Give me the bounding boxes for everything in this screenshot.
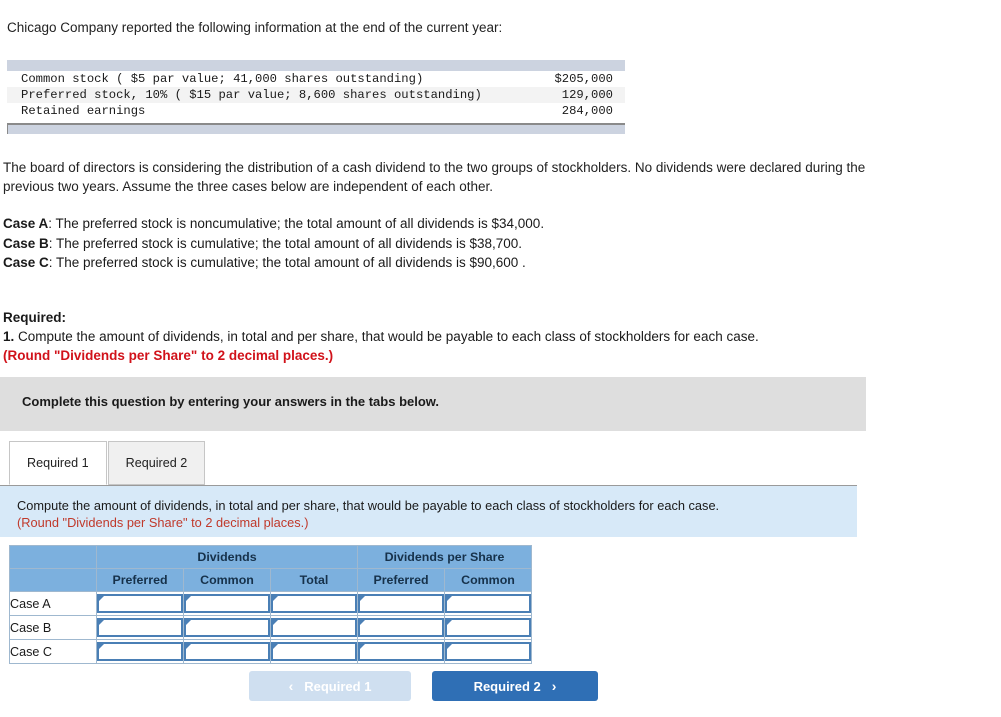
fact-row-label: Preferred stock, 10% ( $15 par value; 8,… [21, 88, 482, 102]
answer-input[interactable] [184, 642, 270, 661]
answer-table-sub-header-row: Preferred Common Total Preferred Common [9, 568, 532, 592]
question-info-panel: Compute the amount of dividends, in tota… [0, 485, 857, 537]
chevron-left-icon: ‹ [288, 678, 294, 694]
fact-row-value: 284,000 [561, 104, 613, 118]
answer-input[interactable] [358, 642, 444, 661]
group-header-dividends: Dividends [96, 545, 358, 569]
sub-header-dividends-common: Common [183, 568, 271, 592]
case-name: Case B [3, 235, 49, 251]
sub-header-pershare-preferred: Preferred [357, 568, 445, 592]
tab-strip: Required 1 Required 2 [9, 439, 206, 485]
group-header-blank [9, 545, 97, 569]
fact-row-value: 129,000 [561, 88, 613, 102]
sub-header-pershare-common: Common [444, 568, 532, 592]
navigation-buttons: ‹ Required 1 Required 2 › [249, 671, 598, 701]
fact-table-top-bar [7, 60, 625, 71]
input-cell-case-b-pershare-preferred[interactable] [357, 615, 445, 640]
answer-input[interactable] [358, 594, 444, 613]
fact-row-value: $205,000 [554, 72, 613, 86]
input-cell-case-c-pershare-common[interactable] [444, 639, 532, 664]
answer-input[interactable] [445, 618, 531, 637]
case-name: Case C [3, 255, 49, 270]
required-title: Required: [3, 310, 67, 325]
sub-header-dividends-preferred: Preferred [96, 568, 184, 592]
next-required-2-button[interactable]: Required 2 › [432, 671, 598, 701]
sub-header-blank [9, 568, 97, 592]
tab-required-1[interactable]: Required 1 [9, 441, 107, 485]
input-cell-case-b-dividends-common[interactable] [183, 615, 271, 640]
answer-input[interactable] [271, 594, 357, 613]
input-cell-case-c-dividends-common[interactable] [183, 639, 271, 664]
required-item-text: Compute the amount of dividends, in tota… [18, 329, 759, 344]
intro-paragraph: Chicago Company reported the following i… [7, 20, 503, 35]
case-list: Case A: The preferred stock is noncumula… [3, 214, 544, 273]
input-cell-case-a-pershare-common[interactable] [444, 591, 532, 616]
tab-label: Required 1 [27, 456, 89, 470]
fact-row-label: Retained earnings [21, 104, 146, 118]
sub-header-dividends-total: Total [270, 568, 358, 592]
required-section: Required: 1. Compute the amount of divid… [3, 308, 759, 365]
answer-input[interactable] [445, 642, 531, 661]
answer-input[interactable] [445, 594, 531, 613]
instruction-banner: Complete this question by entering your … [0, 377, 866, 431]
chevron-right-icon: › [551, 678, 557, 694]
case-text: : The preferred stock is noncumulative; … [48, 216, 545, 231]
table-row: Retained earnings 284,000 [7, 103, 625, 119]
input-cell-case-a-dividends-preferred[interactable] [96, 591, 184, 616]
list-item: Case B: The preferred stock is cumulativ… [3, 234, 544, 254]
input-cell-case-c-dividends-total[interactable] [270, 639, 358, 664]
input-cell-case-a-dividends-common[interactable] [183, 591, 271, 616]
case-text: : The preferred stock is cumulative; the… [48, 255, 526, 270]
instruction-banner-text: Complete this question by entering your … [22, 394, 440, 409]
case-name: Case A [3, 216, 49, 231]
tab-label: Required 2 [125, 456, 188, 470]
case-text: : The preferred stock is cumulative; the… [48, 235, 523, 251]
answer-input[interactable] [184, 594, 270, 613]
previous-required-1-button[interactable]: ‹ Required 1 [249, 671, 411, 701]
table-row: Case A [9, 591, 532, 616]
answer-input[interactable] [358, 618, 444, 637]
fact-table-rows: Common stock ( $5 par value; 41,000 shar… [7, 71, 625, 119]
answer-input[interactable] [271, 618, 357, 637]
info-panel-line-1: Compute the amount of dividends, in tota… [17, 498, 720, 513]
required-item: 1. Compute the amount of dividends, in t… [3, 327, 759, 346]
required-item-number: 1. [3, 329, 15, 344]
answer-input[interactable] [271, 642, 357, 661]
group-header-dividends-per-share: Dividends per Share [357, 545, 532, 569]
row-label-case-a: Case A [9, 591, 97, 616]
table-row: Preferred stock, 10% ( $15 par value; 8,… [7, 87, 625, 103]
input-cell-case-b-dividends-total[interactable] [270, 615, 358, 640]
info-panel-line-2: (Round "Dividends per Share" to 2 decima… [17, 515, 309, 530]
table-row: Case C [9, 639, 532, 664]
answer-input[interactable] [97, 594, 183, 613]
answer-input[interactable] [97, 642, 183, 661]
row-label-case-c: Case C [9, 639, 97, 664]
round-note: (Round "Dividends per Share" to 2 decima… [3, 348, 334, 363]
list-item: Case C: The preferred stock is cumulativ… [3, 253, 544, 273]
board-paragraph: The board of directors is considering th… [3, 160, 866, 194]
tab-required-2[interactable]: Required 2 [107, 441, 206, 485]
input-cell-case-b-dividends-preferred[interactable] [96, 615, 184, 640]
input-cell-case-a-pershare-preferred[interactable] [357, 591, 445, 616]
input-cell-case-c-dividends-preferred[interactable] [96, 639, 184, 664]
previous-button-label: Required 1 [304, 678, 372, 694]
row-label-case-b: Case B [9, 615, 97, 640]
fact-table-bottom-bar [7, 123, 625, 134]
input-cell-case-c-pershare-preferred[interactable] [357, 639, 445, 664]
table-row: Common stock ( $5 par value; 41,000 shar… [7, 71, 625, 87]
answer-input[interactable] [184, 618, 270, 637]
fact-row-label: Common stock ( $5 par value; 41,000 shar… [21, 72, 424, 86]
next-button-label: Required 2 [473, 678, 541, 694]
input-cell-case-a-dividends-total[interactable] [270, 591, 358, 616]
answer-input[interactable] [97, 618, 183, 637]
list-item: Case A: The preferred stock is noncumula… [3, 214, 544, 234]
answer-table-group-header-row: Dividends Dividends per Share [9, 545, 532, 569]
table-row: Case B [9, 615, 532, 640]
input-cell-case-b-pershare-common[interactable] [444, 615, 532, 640]
financial-fact-table: Common stock ( $5 par value; 41,000 shar… [7, 60, 625, 134]
answer-table: Dividends Dividends per Share Preferred … [9, 545, 532, 664]
